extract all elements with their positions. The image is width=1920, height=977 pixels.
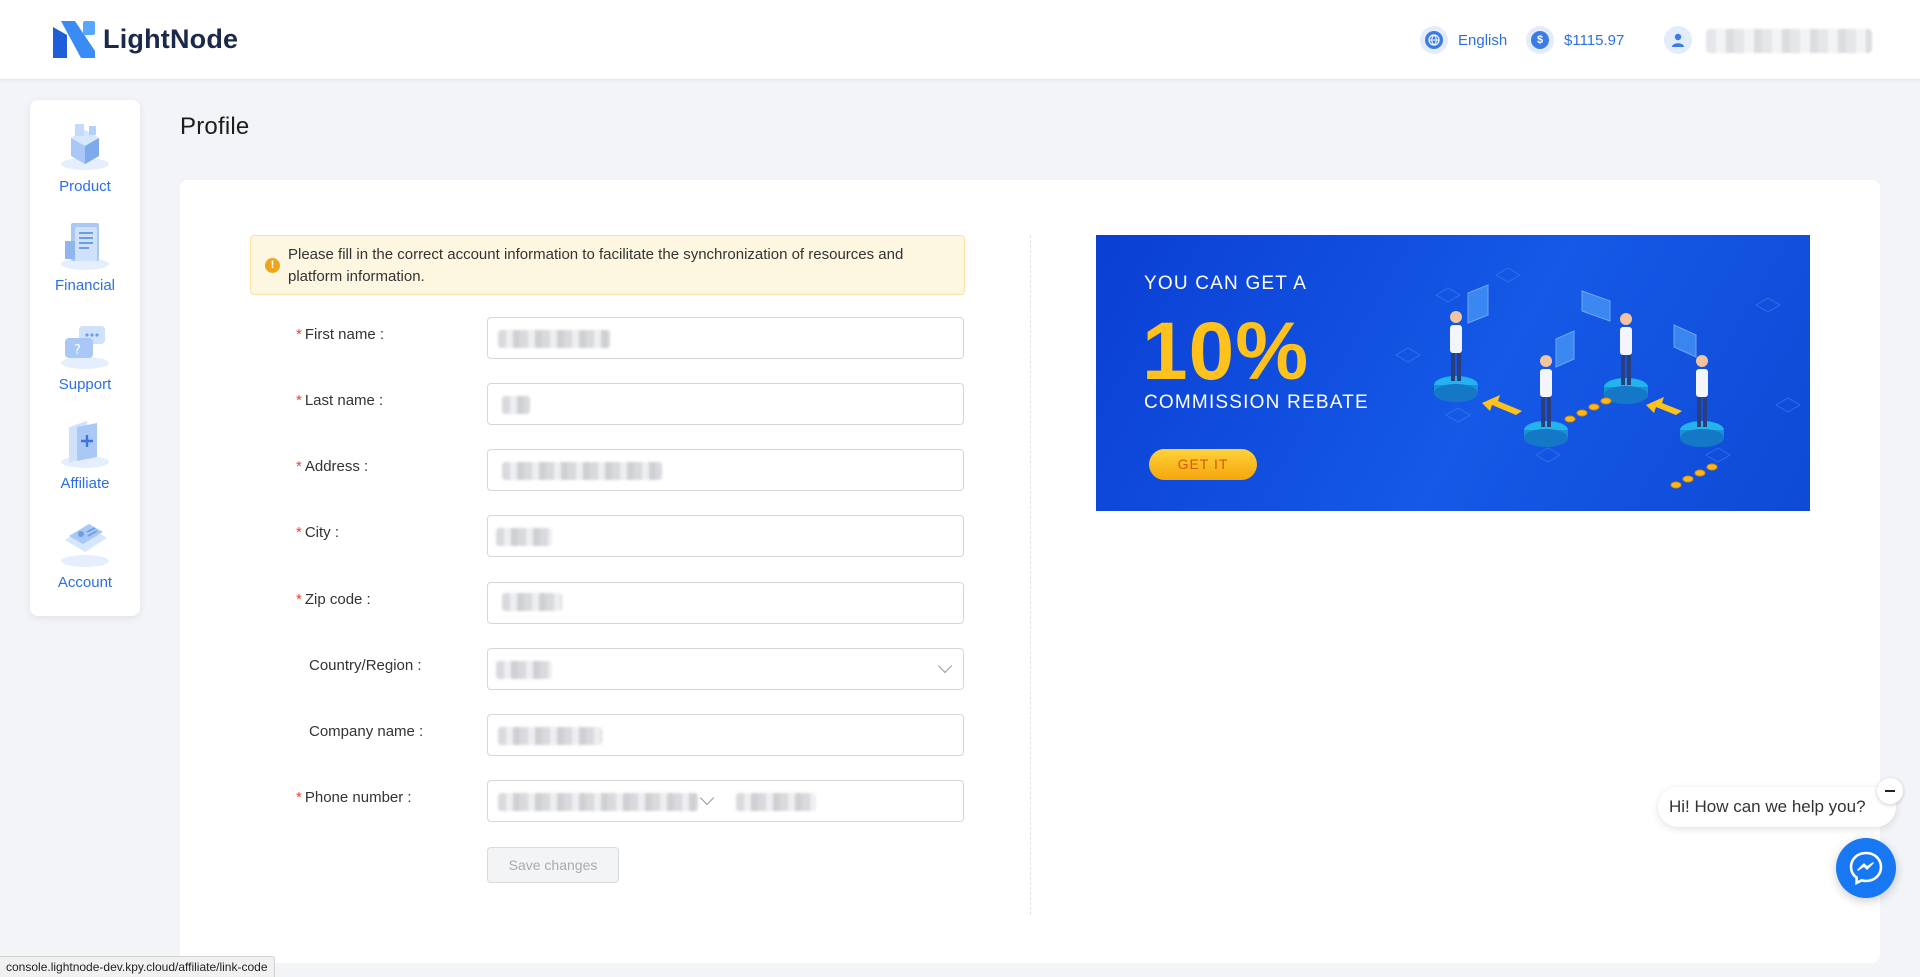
server-cube-icon: [57, 120, 113, 172]
messenger-icon: [1849, 851, 1883, 886]
lightnode-logo[interactable]: LightNode: [53, 21, 238, 58]
field-label: * Phone number :: [296, 789, 412, 806]
user-icon: [1664, 26, 1692, 54]
company-name-input[interactable]: [487, 714, 964, 756]
zip-code-input[interactable]: [487, 582, 964, 624]
ledger-document-icon: [57, 219, 113, 271]
last-name-input[interactable]: [487, 383, 964, 425]
affiliate-card-icon: [57, 417, 113, 469]
save-changes-button[interactable]: Save changes: [487, 847, 619, 883]
address-row: * Address :: [180, 449, 980, 491]
field-label: * Last name :: [296, 392, 384, 409]
chat-greeting-bubble[interactable]: Hi! How can we help you?: [1658, 787, 1896, 827]
banner-illustration: [1395, 267, 1801, 489]
redacted-value: [502, 396, 530, 414]
profile-card: ! Please fill in the correct account inf…: [180, 180, 1880, 963]
redacted-value: [498, 330, 610, 348]
language-switcher[interactable]: English: [1420, 26, 1507, 54]
sidebar-item-support[interactable]: ? Support: [30, 318, 140, 408]
first-name-input[interactable]: [487, 317, 964, 359]
svg-text:?: ?: [74, 343, 81, 358]
phone-number-row: * Phone number :: [180, 780, 980, 822]
field-label: Company name :: [309, 723, 424, 740]
field-label: * First name :: [296, 326, 385, 343]
balance-display[interactable]: $ $1115.97: [1526, 26, 1624, 54]
sidebar-item-label: Product: [59, 178, 111, 195]
globe-icon: [1420, 26, 1448, 54]
page-title: Profile: [180, 113, 250, 140]
redacted-value: [496, 661, 552, 679]
redacted-value: [736, 793, 816, 811]
lightnode-logo-icon: [53, 21, 95, 58]
sidebar-nav: Product Financial ? Support Affiliate Ac…: [30, 100, 140, 616]
info-alert: ! Please fill in the correct account inf…: [250, 235, 965, 295]
sidebar-item-product[interactable]: Product: [30, 120, 140, 210]
redacted-value: [498, 727, 602, 745]
required-asterisk: *: [296, 326, 302, 343]
redacted-value: [498, 793, 698, 811]
required-asterisk: *: [296, 524, 302, 541]
required-asterisk: *: [296, 591, 302, 608]
sidebar-item-financial[interactable]: Financial: [30, 219, 140, 309]
last-name-row: * Last name :: [180, 383, 980, 425]
zip-code-row: * Zip code :: [180, 582, 980, 624]
account-card-icon: [57, 516, 113, 568]
required-asterisk: *: [296, 789, 302, 806]
alert-text: Please fill in the correct account infor…: [288, 246, 904, 285]
balance-amount: $1115.97: [1564, 31, 1625, 49]
chevron-down-icon: [937, 658, 953, 674]
country-region-row: Country/Region :: [180, 648, 980, 690]
city-input[interactable]: [487, 515, 964, 557]
warning-icon: !: [265, 258, 280, 273]
sidebar-item-label: Financial: [54, 277, 116, 294]
top-header: LightNode English $ $1115.97: [0, 0, 1920, 80]
city-row: * City :: [180, 515, 980, 557]
banner-headline: YOU CAN GET A: [1144, 273, 1308, 294]
get-it-button[interactable]: GET IT: [1149, 449, 1257, 480]
field-label: * Address :: [296, 458, 369, 475]
required-asterisk: *: [296, 392, 302, 409]
vertical-divider: [1030, 235, 1031, 915]
banner-percentage: 10%: [1142, 306, 1310, 397]
sidebar-item-affiliate[interactable]: Affiliate: [30, 417, 140, 507]
dollar-coin-icon: $: [1526, 26, 1554, 54]
phone-number-input[interactable]: [724, 780, 964, 822]
banner-subheadline: COMMISSION REBATE: [1144, 392, 1369, 413]
sidebar-item-label: Affiliate: [60, 475, 110, 492]
company-name-row: Company name :: [180, 714, 980, 756]
user-name-redacted[interactable]: [1706, 29, 1872, 53]
country-region-select[interactable]: [487, 648, 964, 690]
status-bar-url: console.lightnode-dev.kpy.cloud/affiliat…: [0, 956, 275, 977]
sidebar-item-label: Support: [58, 376, 112, 393]
language-label: English: [1458, 31, 1508, 49]
minimize-icon[interactable]: [1877, 778, 1903, 804]
required-asterisk: *: [296, 458, 302, 475]
chevron-down-icon: [699, 790, 715, 806]
chat-help-icon: ?: [57, 318, 113, 370]
redacted-value: [502, 462, 662, 480]
messenger-chat-button[interactable]: [1836, 838, 1896, 898]
field-label: Country/Region :: [309, 657, 422, 674]
redacted-value: [496, 528, 552, 546]
redacted-value: [502, 593, 562, 611]
sidebar-item-account[interactable]: Account: [30, 516, 140, 606]
field-label: * City :: [296, 524, 340, 541]
affiliate-banner[interactable]: YOU CAN GET A 10% COMMISSION REBATE GET …: [1096, 235, 1810, 511]
logo-text: LightNode: [103, 24, 239, 54]
first-name-row: * First name :: [180, 317, 980, 359]
field-label: * Zip code :: [296, 591, 371, 608]
address-input[interactable]: [487, 449, 964, 491]
phone-country-code-select[interactable]: [487, 780, 725, 822]
sidebar-item-label: Account: [57, 574, 113, 591]
user-menu[interactable]: [1664, 26, 1702, 54]
